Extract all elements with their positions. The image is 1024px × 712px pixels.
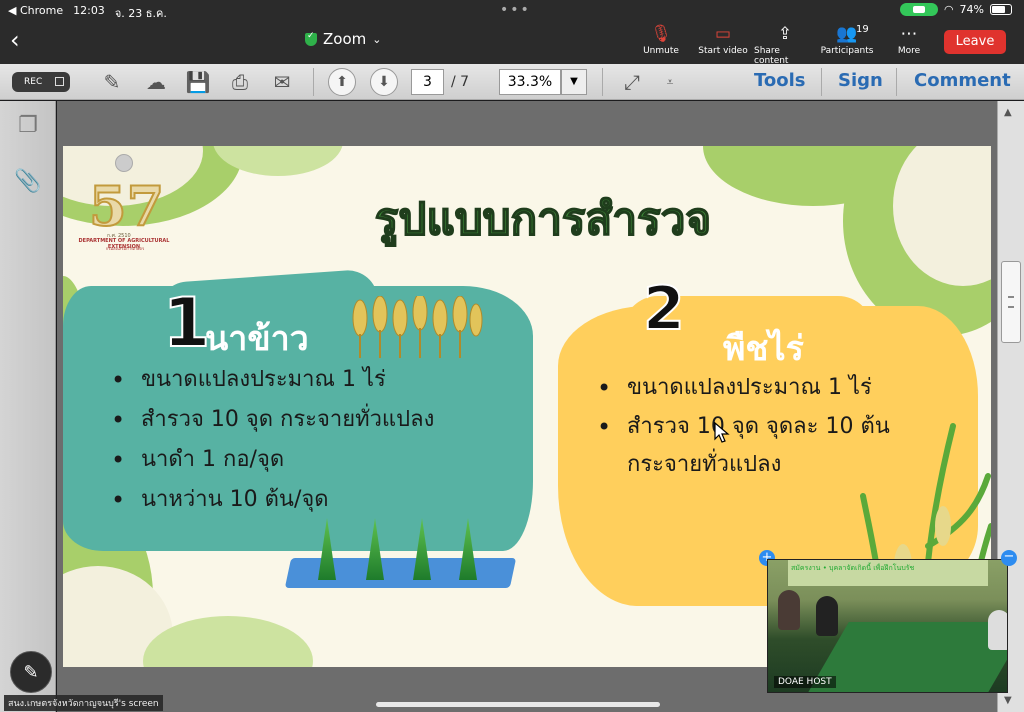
section2-bullets: ขนาดแปลงประมาณ 1 ไร่ สำรวจ 10 จุด จุดละ … bbox=[593, 368, 943, 484]
edit-icon[interactable]: ✎ bbox=[98, 69, 126, 95]
more-button[interactable]: ⋯ More bbox=[878, 22, 940, 66]
leave-button[interactable]: Leave bbox=[944, 30, 1006, 54]
pdf-side-panel: ❐ 📎 bbox=[0, 101, 56, 712]
annotate-pencil-button[interactable]: ✎ bbox=[10, 651, 52, 693]
list-item: ขนาดแปลงประมาณ 1 ไร่ bbox=[107, 360, 434, 400]
anniversary-logo: 57 bbox=[88, 173, 165, 239]
participants-icon: 👥 bbox=[836, 24, 858, 44]
unmute-button[interactable]: 🎙 Unmute bbox=[630, 22, 692, 66]
wifi-icon: ◠ bbox=[943, 3, 954, 16]
previous-page-button[interactable]: ⬆ bbox=[328, 68, 356, 96]
page-number-input[interactable]: 3 bbox=[411, 69, 444, 95]
meeting-title[interactable]: Zoom ⌄ bbox=[305, 30, 381, 48]
attachment-icon[interactable]: 📎 bbox=[14, 169, 42, 197]
participant-video-tile[interactable]: สมัครงาน • บุคลาจัดเกิดนี้ เพื่อฝึกโนบรั… bbox=[767, 559, 1008, 693]
next-page-button[interactable]: ⬇ bbox=[370, 68, 398, 96]
comment-button[interactable]: Comment bbox=[914, 70, 1011, 91]
list-item: นาดำ 1 กอ/จุด bbox=[107, 440, 434, 480]
video-off-icon: ▭ bbox=[714, 24, 732, 44]
multitasking-dots-icon[interactable]: ••• bbox=[500, 2, 531, 18]
cloud-upload-icon[interactable]: ☁ bbox=[142, 69, 170, 95]
zoom-dropdown-button[interactable]: ▼ bbox=[561, 69, 587, 95]
meeting-title-text: Zoom bbox=[323, 30, 367, 48]
share-icon: ⇪ bbox=[777, 24, 793, 44]
pages-thumbnail-icon[interactable]: ❐ bbox=[14, 113, 42, 141]
zoom-level-input[interactable]: 33.3% bbox=[499, 69, 561, 95]
scroll-down-icon[interactable]: ▼ bbox=[1004, 695, 1012, 706]
more-icon: ⋯ bbox=[900, 24, 918, 44]
fullscreen-icon[interactable]: ⤢ bbox=[618, 69, 646, 95]
battery-icon bbox=[990, 4, 1012, 15]
list-item: นาหว่าน 10 ต้น/จุด bbox=[107, 480, 434, 520]
department-crest-logo bbox=[115, 154, 133, 172]
scrollbar-thumb[interactable] bbox=[1001, 261, 1021, 343]
share-content-button[interactable]: ⇪ Share content bbox=[754, 22, 816, 66]
section1-heading: นาข้าว bbox=[205, 319, 309, 359]
mouse-pointer-icon bbox=[714, 422, 730, 443]
tools-button[interactable]: Tools bbox=[754, 70, 806, 91]
save-icon[interactable]: 💾 bbox=[184, 69, 212, 95]
screen-share-label: สนง.เกษตรจังหวัดกาญจนบุรี's screen bbox=[4, 695, 163, 711]
section1-bullets: ขนาดแปลงประมาณ 1 ไร่ สำรวจ 10 จุด กระจาย… bbox=[107, 360, 434, 520]
mic-muted-icon: 🎙 bbox=[650, 24, 672, 44]
page-total: / 7 bbox=[451, 74, 470, 90]
print-icon[interactable]: ⎙ bbox=[226, 69, 254, 95]
video-banner-text: สมัครงาน • บุคลาจัดเกิดนี้ เพื่อฝึกโนบรั… bbox=[788, 560, 988, 586]
list-item: สำรวจ 10 จุด กระจายทั่วแปลง bbox=[107, 400, 434, 440]
list-item: ขนาดแปลงประมาณ 1 ไร่ bbox=[593, 368, 943, 408]
list-item: สำรวจ 10 จุด จุดละ 10 ต้น กระจายทั่วแปลง bbox=[593, 408, 943, 484]
rice-stalks-icon bbox=[352, 296, 483, 358]
section2-heading: พืชไร่ bbox=[723, 329, 804, 369]
sign-button[interactable]: Sign bbox=[838, 70, 883, 91]
grid-icon bbox=[55, 77, 64, 86]
toolbar-options-icon[interactable]: ⩡ bbox=[656, 69, 684, 95]
zoom-meeting-bar: ‹ Zoom ⌄ 🎙 Unmute ▭ Start video ⇪ Share … bbox=[0, 20, 1024, 66]
participant-count: 19 bbox=[856, 24, 869, 35]
chevron-down-icon: ⌄ bbox=[372, 32, 382, 46]
back-chevron-icon[interactable]: ‹ bbox=[10, 26, 34, 54]
email-icon[interactable]: ✉ bbox=[268, 69, 296, 95]
participant-name-label: DOAE HOST bbox=[774, 676, 836, 688]
recording-indicator[interactable]: REC bbox=[12, 72, 70, 92]
home-indicator[interactable] bbox=[376, 702, 660, 707]
encryption-shield-icon bbox=[305, 31, 317, 46]
scroll-up-icon[interactable]: ▲ bbox=[1004, 107, 1012, 118]
participants-button[interactable]: 👥 19 Participants bbox=[816, 22, 878, 66]
battery-percent: 74% bbox=[959, 3, 984, 16]
minimize-video-icon[interactable]: − bbox=[1001, 550, 1017, 566]
start-video-button[interactable]: ▭ Start video bbox=[692, 22, 754, 66]
active-call-icon[interactable] bbox=[899, 3, 938, 16]
pdf-toolbar: REC ✎ ☁ 💾 ⎙ ✉ ⬆ ⬇ 3 / 7 33.3% ▼ ⤢ ⩡ Tool… bbox=[0, 64, 1024, 100]
section1-number: 1 bbox=[162, 283, 211, 364]
slide-title: รูปแบบการสำรวจ bbox=[374, 193, 712, 246]
status-bar: ◀ Chrome 12:03 จ. 23 ธ.ค. ••• ◠ 74% bbox=[0, 0, 1024, 20]
section2-number: 2 bbox=[642, 273, 686, 345]
